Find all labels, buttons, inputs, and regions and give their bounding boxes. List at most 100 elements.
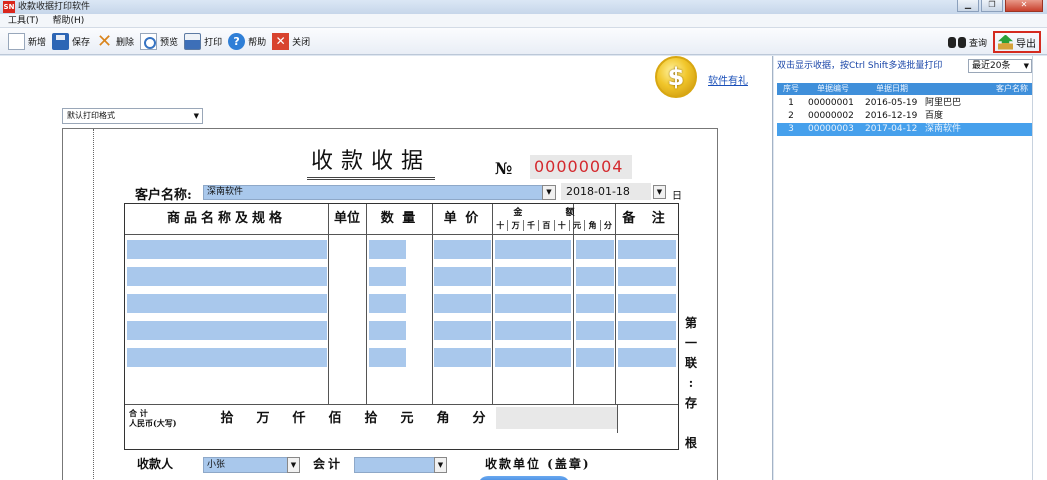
date-field[interactable]: 2018-01-18 [561, 183, 651, 200]
accountant-dropdown-icon[interactable]: ▼ [434, 457, 447, 473]
customer-dropdown-icon[interactable]: ▼ [542, 185, 556, 200]
new-label: 新增 [28, 37, 47, 48]
table-cell-input[interactable] [618, 321, 676, 340]
total-amount-field[interactable] [496, 407, 618, 429]
help-button[interactable]: ? 帮助 [228, 32, 266, 50]
minimize-button[interactable]: ▁ [957, 0, 979, 12]
table-cell-input[interactable] [495, 240, 571, 259]
amount-unit: 元 [568, 220, 584, 231]
table-cell-input[interactable] [618, 267, 676, 286]
query-label: 查询 [968, 38, 987, 49]
customer-select[interactable]: 深南软件 [203, 185, 555, 200]
total-row: 合 计 人民币(大写) 拾 万 仟 佰 拾 元 角 分 [125, 404, 678, 433]
day-label: 日 [672, 191, 682, 202]
dollar-coin-icon[interactable]: $ [655, 56, 697, 98]
table-cell-input[interactable] [434, 240, 491, 259]
amount-unit: 角 [584, 220, 599, 231]
date-dropdown-icon[interactable]: ▼ [653, 185, 666, 199]
table-cell-input[interactable] [434, 294, 491, 313]
close-window-button[interactable]: ✕ [1005, 0, 1043, 12]
payee-select[interactable]: 小张 [203, 457, 300, 473]
bottom-action-button[interactable] [478, 476, 570, 480]
history-cell-seq: 2 [788, 111, 794, 121]
table-cell-input[interactable] [127, 321, 327, 340]
range-select[interactable]: 最近20条 ▼ [968, 59, 1032, 73]
menu-bar: 工具(T) 帮助(H) [0, 14, 1047, 28]
table-cell-input[interactable] [495, 267, 571, 286]
export-button[interactable]: 导出 [993, 31, 1041, 53]
table-cell-input[interactable] [495, 348, 571, 367]
total-unit: 拾 [220, 411, 234, 426]
table-cell-input[interactable] [369, 240, 406, 259]
export-icon [998, 34, 1013, 50]
table-cell-input[interactable] [369, 348, 406, 367]
payee-dropdown-icon[interactable]: ▼ [287, 457, 300, 473]
amount-unit: 万 [507, 220, 522, 231]
chevron-down-icon: ▼ [1023, 62, 1029, 70]
close-button[interactable]: ✕ 关闭 [272, 32, 310, 50]
table-cell-input[interactable] [369, 267, 406, 286]
table-cell-input[interactable] [127, 348, 327, 367]
col-date[interactable]: 单据日期 [861, 83, 923, 95]
total-unit: 佰 [328, 411, 342, 426]
history-cell-seq: 1 [788, 98, 794, 108]
stub-char: 联 [684, 356, 697, 370]
table-cell-input[interactable] [495, 294, 571, 313]
stub-char: 存 [684, 396, 697, 410]
history-cell-customer: 阿里巴巴 [925, 98, 962, 108]
header-qty: 数 量 [380, 211, 418, 226]
history-cell-customer: 深南软件 [925, 124, 962, 134]
title-bar: SN 收款收据打印软件 ▁ ❐ ✕ [0, 0, 1047, 14]
software-gift-link[interactable]: 软件有礼 [708, 72, 748, 87]
table-cell-input[interactable] [369, 294, 406, 313]
export-label: 导出 [1016, 38, 1036, 50]
table-cell-input[interactable] [369, 321, 406, 340]
history-grid-header: 序号 单据编号 单据日期 客户名称 [777, 83, 1032, 95]
table-cell-input[interactable] [127, 294, 327, 313]
history-row[interactable]: 1 00000001 2016-05-19 阿里巴巴 [777, 97, 1032, 110]
menu-help[interactable]: 帮助(H) [53, 14, 85, 27]
history-cell-no: 00000001 [808, 98, 854, 108]
history-row[interactable]: 3 00000003 2017-04-12 深南软件 [777, 123, 1032, 136]
total-unit: 角 [436, 411, 450, 426]
table-cell-input[interactable] [127, 267, 327, 286]
amount-unit: 十 [496, 220, 505, 230]
query-button[interactable]: 查询 [947, 33, 987, 51]
print-format-select[interactable]: 默认打印格式 ▼ [62, 108, 203, 124]
table-cell-input[interactable] [434, 348, 491, 367]
table-cell-input[interactable] [576, 348, 614, 367]
print-button[interactable]: 打印 [184, 32, 222, 50]
new-button[interactable]: 新增 [8, 32, 46, 50]
table-cell-input[interactable] [618, 240, 676, 259]
table-cell-input[interactable] [618, 348, 676, 367]
table-cell-input[interactable] [434, 267, 491, 286]
preview-button[interactable]: 预览 [140, 32, 178, 50]
history-panel: 双击显示收据，按Ctrl Shift多选批量打印 最近20条 ▼ 序号 单据编号… [774, 56, 1047, 480]
magnifier-icon [140, 32, 158, 50]
number-sign: № [495, 159, 513, 178]
table-cell-input[interactable] [495, 321, 571, 340]
table-cell-input[interactable] [127, 240, 327, 259]
table-cell-input[interactable] [434, 321, 491, 340]
delete-button[interactable]: ✕ 删除 [96, 32, 134, 50]
header-unit: 单位 [333, 211, 360, 226]
col-no[interactable]: 单据编号 [805, 83, 861, 95]
history-row[interactable]: 2 00000002 2016-12-19 百度 [777, 110, 1032, 123]
table-cell-input[interactable] [576, 294, 614, 313]
print-label: 打印 [204, 37, 223, 48]
maximize-button[interactable]: ❐ [981, 0, 1003, 12]
amount-units: 十 万 千 百 十 元 角 分 [493, 220, 615, 231]
help-icon: ? [228, 32, 246, 50]
total-unit: 拾 [364, 411, 378, 426]
table-cell-input[interactable] [576, 240, 614, 259]
col-customer[interactable]: 客户名称 [923, 83, 1032, 95]
table-cell-input[interactable] [618, 294, 676, 313]
items-table: 商品名称及规格 单位 数 量 单 价 金 额 十 万 千 百 十 元 角 分 备… [124, 203, 679, 450]
table-cell-input[interactable] [576, 267, 614, 286]
table-cell-input[interactable] [576, 321, 614, 340]
menu-tools[interactable]: 工具(T) [8, 14, 39, 27]
close-label: 关闭 [292, 37, 311, 48]
chevron-down-icon: ▼ [193, 112, 199, 120]
col-seq[interactable]: 序号 [777, 83, 805, 95]
save-button[interactable]: 保存 [52, 32, 90, 50]
